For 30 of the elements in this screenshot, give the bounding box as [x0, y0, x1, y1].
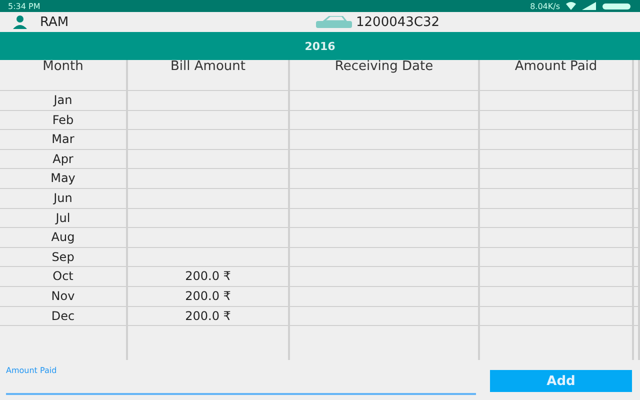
table-cell: Jul: [56, 212, 70, 224]
table-cell: Nov: [51, 290, 75, 303]
table-cell: Sep: [52, 250, 74, 264]
table-cell: May: [50, 172, 76, 185]
wifi-icon: [566, 2, 576, 10]
battery-icon: [602, 2, 632, 10]
table-cell: Feb: [52, 114, 74, 126]
column-header: Amount Paid: [514, 60, 598, 74]
table-cell: Aug: [51, 231, 75, 244]
column-header: Receiving Date: [334, 60, 434, 74]
table-cell: 200.0 ₹: [185, 290, 231, 303]
table-cell: Mar: [52, 133, 74, 146]
signal-icon: [582, 2, 596, 10]
table-cell: 200.0 ₹: [185, 310, 231, 322]
table-cell: Jan: [54, 94, 72, 107]
table-cell: Jun: [54, 192, 72, 205]
year-title: 2016: [304, 40, 336, 52]
table-cell: Apr: [52, 152, 74, 166]
amount-paid-field[interactable]: Amount Paid: [6, 366, 476, 395]
column-header: Month: [42, 60, 84, 74]
network-speed: 8.04K/s: [530, 2, 560, 10]
account-name: RAM: [40, 14, 69, 30]
table-cell: 200.0 ₹: [185, 270, 231, 283]
column-header: Bill Amount: [170, 60, 246, 74]
add-button[interactable]: Add: [490, 370, 632, 392]
table-cell: Oct: [52, 270, 74, 283]
user-icon: [12, 15, 28, 29]
table-cell: Dec: [51, 310, 75, 322]
status-time: 5:34 PM: [8, 2, 40, 10]
account-number: 1200043C32: [356, 14, 440, 30]
